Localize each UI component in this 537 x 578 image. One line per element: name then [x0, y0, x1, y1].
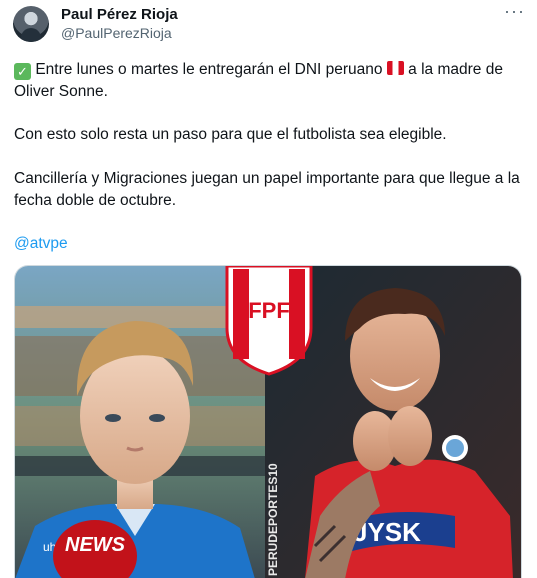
more-options-icon[interactable]: ···: [504, 2, 524, 22]
crest-text: FPF: [248, 298, 290, 323]
fpf-crest: FPF: [225, 266, 313, 376]
tweet-paragraph-2: Con esto solo resta un paso para que el …: [14, 126, 447, 143]
tweet-media-image[interactable]: uhlsport NEWS JYSK: [14, 265, 522, 578]
author-handle[interactable]: @PaulPerezRioja: [61, 25, 172, 41]
tweet-paragraph-3: Cancillería y Migraciones juegan un pape…: [14, 170, 520, 209]
mention-link[interactable]: @atvpe: [14, 233, 524, 255]
watermark-text: PERUDEPORTES10: [266, 463, 280, 576]
tweet-text-1a: Entre lunes o martes le entregarán el DN…: [35, 61, 383, 78]
peru-flag-icon: [386, 61, 404, 75]
check-mark-icon: ✓: [14, 63, 31, 80]
tweet-paragraph-1: ✓ Entre lunes o martes le entregarán el …: [14, 59, 524, 103]
author-avatar[interactable]: [13, 6, 49, 42]
media-illustration: uhlsport NEWS JYSK: [15, 266, 521, 578]
author-name[interactable]: Paul Pérez Rioja: [61, 6, 178, 23]
mic-text: NEWS: [65, 534, 126, 556]
